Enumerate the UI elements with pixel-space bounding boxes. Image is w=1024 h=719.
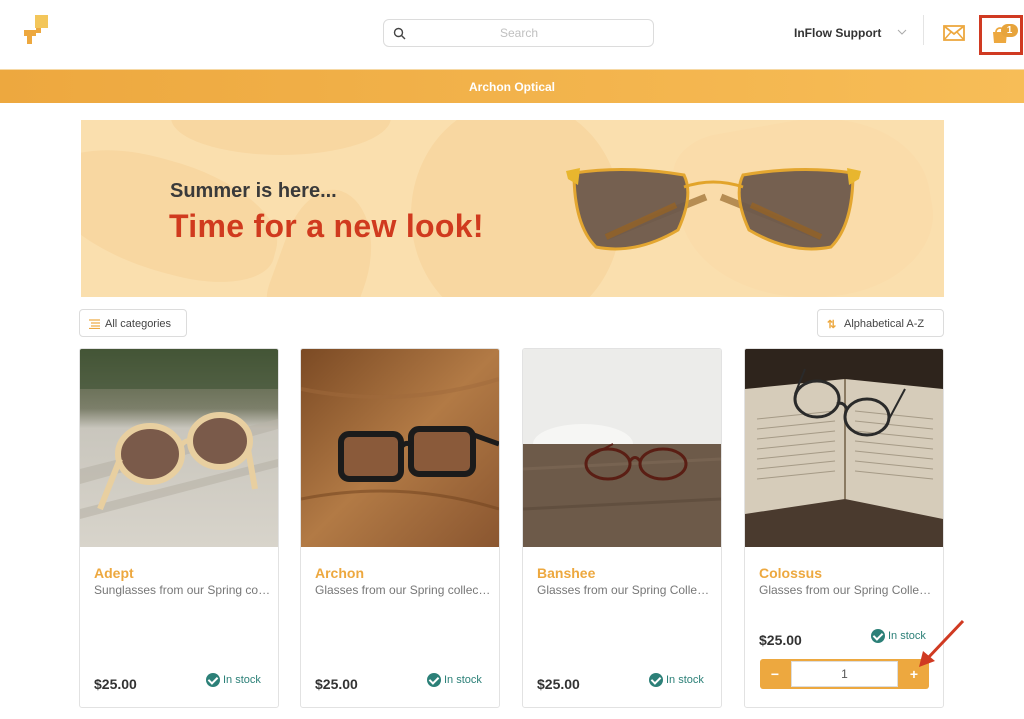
- product-price: $25.00: [315, 676, 358, 692]
- category-filter-label: All categories: [105, 318, 172, 330]
- check-circle-icon: [206, 673, 220, 687]
- sort-button[interactable]: ⇅ Alphabetical A-Z: [817, 309, 944, 337]
- product-price: $25.00: [537, 676, 580, 692]
- product-image[interactable]: [301, 349, 499, 547]
- product-image[interactable]: [80, 349, 278, 547]
- product-description: Glasses from our Spring Collection: [537, 583, 715, 597]
- annotation-arrow-icon: [919, 619, 965, 667]
- list-filter-icon: [89, 319, 100, 329]
- product-name[interactable]: Banshee: [537, 565, 595, 581]
- stock-status: In stock: [427, 673, 482, 687]
- banner-subheading: Summer is here...: [170, 180, 337, 202]
- stock-status: In stock: [649, 673, 704, 687]
- search-icon: [393, 27, 406, 40]
- product-name[interactable]: Colossus: [759, 565, 822, 581]
- stock-label: In stock: [223, 674, 261, 686]
- chevron-down-icon[interactable]: [897, 28, 907, 36]
- sort-label: Alphabetical A-Z: [844, 318, 925, 330]
- check-circle-icon: [649, 673, 663, 687]
- user-menu[interactable]: InFlow Support: [794, 26, 881, 40]
- product-name[interactable]: Archon: [315, 565, 364, 581]
- product-card[interactable]: Adept Sunglasses from our Spring collect…: [79, 348, 279, 708]
- stock-label: In stock: [666, 674, 704, 686]
- check-circle-icon: [427, 673, 441, 687]
- sort-arrows-icon: ⇅: [827, 319, 837, 331]
- product-image[interactable]: [523, 349, 721, 547]
- decrease-quantity-button[interactable]: −: [760, 659, 790, 689]
- product-price: $25.00: [94, 676, 137, 692]
- category-filter-button[interactable]: All categories: [79, 309, 187, 337]
- cart-button[interactable]: 1: [979, 15, 1023, 55]
- search-input[interactable]: [414, 20, 624, 46]
- product-description: Glasses from our Spring Collection: [759, 583, 937, 597]
- envelope-icon[interactable]: [943, 25, 965, 41]
- stock-status: In stock: [206, 673, 261, 687]
- search-box[interactable]: [383, 19, 654, 47]
- product-description: Glasses from our Spring collection: [315, 583, 493, 597]
- check-circle-icon: [871, 629, 885, 643]
- product-image[interactable]: [745, 349, 943, 547]
- top-bar: InFlow Support 1: [0, 0, 1024, 69]
- product-description: Sunglasses from our Spring collection: [94, 583, 272, 597]
- promo-banner: Summer is here... Time for a new look!: [81, 120, 944, 297]
- divider: [923, 15, 924, 45]
- banner-heading: Time for a new look!: [169, 208, 484, 244]
- quantity-input[interactable]: [791, 661, 898, 687]
- store-name: Archon Optical: [468, 80, 555, 94]
- store-title-bar: Archon Optical: [0, 69, 1024, 103]
- product-card[interactable]: Banshee Glasses from our Spring Collecti…: [522, 348, 722, 708]
- cart-count-badge: 1: [1001, 24, 1018, 37]
- product-price: $25.00: [759, 632, 802, 648]
- quantity-stepper: − +: [760, 659, 929, 689]
- product-card[interactable]: Colossus Glasses from our Spring Collect…: [744, 348, 944, 708]
- banner-shape: [171, 120, 391, 155]
- stock-label: In stock: [444, 674, 482, 686]
- product-name[interactable]: Adept: [94, 565, 134, 581]
- sunglasses-illustration: [566, 167, 861, 251]
- product-card[interactable]: Archon Glasses from our Spring collectio…: [300, 348, 500, 708]
- inflow-logo-icon[interactable]: [22, 14, 52, 48]
